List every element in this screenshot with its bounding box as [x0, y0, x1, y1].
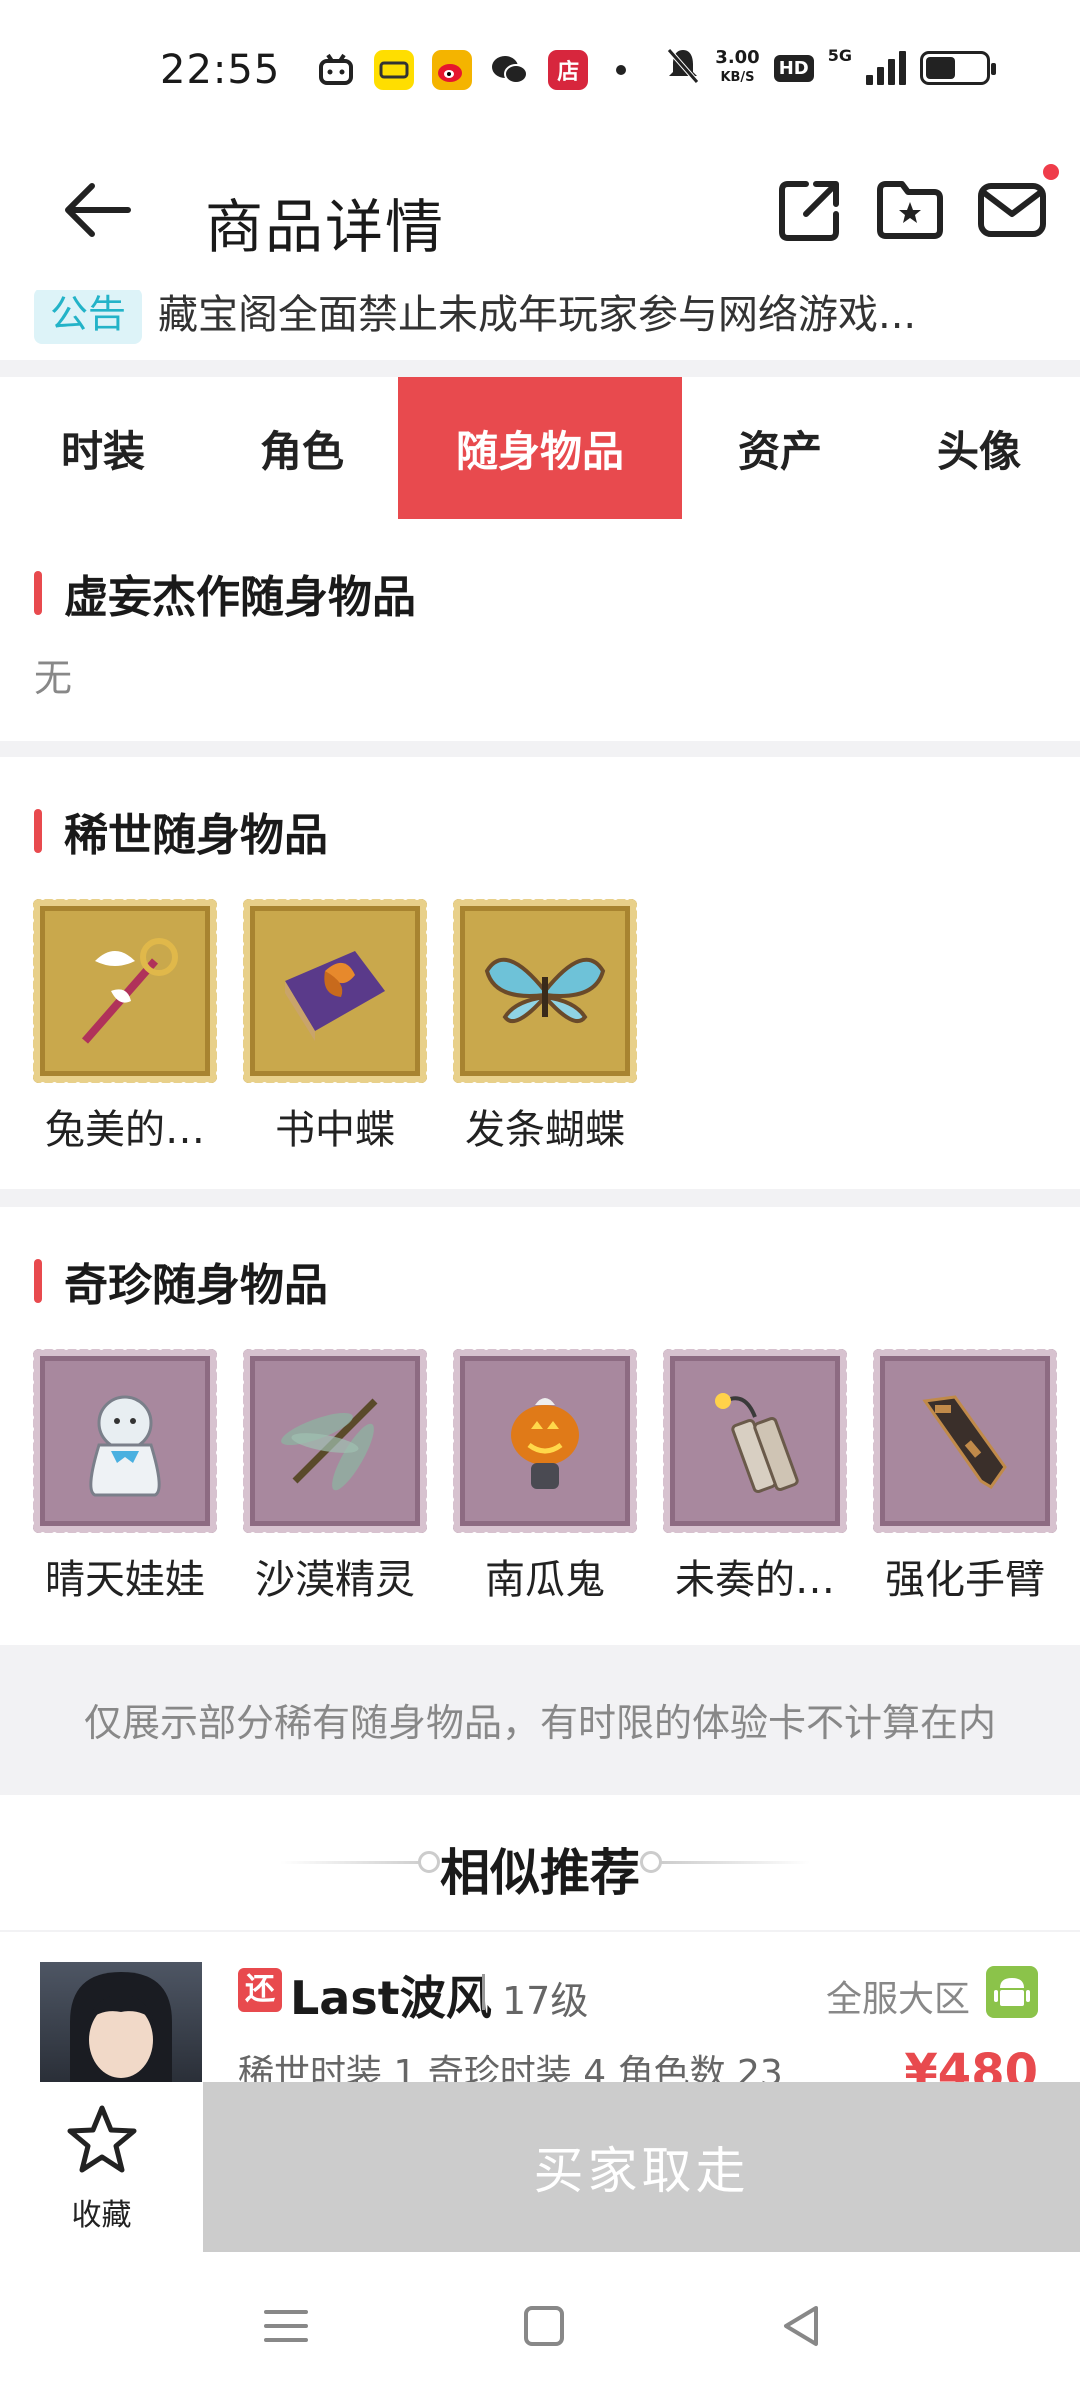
divider	[482, 1974, 485, 2010]
section-title: 稀世随身物品	[34, 799, 328, 863]
listing-server: 全服大区	[825, 1979, 970, 2020]
status-badge: 还	[238, 1968, 282, 2012]
mail-icon	[978, 183, 1046, 237]
empty-text: 无	[34, 656, 73, 700]
section-title: 虚妄杰作随身物品	[34, 561, 416, 625]
item-name: 晴天娃娃	[45, 1557, 205, 1603]
unread-dot	[1043, 164, 1059, 180]
similar-recommend-header: 相似推荐	[0, 1795, 1080, 1930]
wechat-icon	[490, 50, 530, 90]
divider-ring-right	[640, 1851, 662, 1873]
avatar	[40, 1962, 202, 2082]
xianyu-icon	[374, 50, 415, 90]
category-tabs: 时装 角色 随身物品 资产 头像	[0, 377, 1080, 519]
listing-desc: 稀世时装 1 奇珍时装 4 角色数 23	[238, 2053, 783, 2082]
item-name: 兔美的…	[45, 1107, 205, 1153]
item-card[interactable]: 晴天娃娃	[20, 1344, 230, 1605]
home-square-icon	[524, 2306, 564, 2346]
favorites-folder-button[interactable]	[872, 172, 948, 248]
masterpiece-section: 虚妄杰作随身物品 无	[0, 519, 1080, 741]
precious-items: 晴天娃娃 沙漠精灵 南瓜鬼 未奏的… 强化手臂	[20, 1344, 1070, 1605]
notification-dot-icon	[616, 65, 627, 75]
listing-price: ¥480	[904, 2044, 1038, 2082]
menu-nav-button[interactable]	[256, 2296, 316, 2356]
share-icon	[779, 181, 839, 241]
status-time: 22:55	[160, 47, 281, 93]
item-name: 强化手臂	[885, 1557, 1045, 1603]
listing-name: Last波风	[290, 1971, 492, 2025]
shop-icon: 店	[548, 50, 589, 90]
section-marker	[34, 571, 42, 615]
back-nav-button[interactable]	[772, 2296, 832, 2356]
item-card[interactable]: 未奏的…	[650, 1344, 860, 1605]
signal-icon	[866, 51, 906, 85]
item-name: 沙漠精灵	[255, 1557, 415, 1603]
status-app-icons: 店	[316, 50, 627, 90]
favorite-button[interactable]: 收藏	[0, 2082, 203, 2252]
notice-badge: 公告	[34, 290, 142, 344]
item-name: 未奏的…	[675, 1557, 835, 1603]
recommended-listing[interactable]: 还 Last波风 17级 全服大区 稀世时装 1 奇珍时装 4 角色数 23 ¥…	[0, 1932, 1080, 2082]
disclaimer-text: 仅展示部分稀有随身物品，有时限的体验卡不计算在内	[0, 1645, 1080, 1793]
similar-title: 相似推荐	[440, 1844, 640, 1902]
favorite-label: 收藏	[71, 2198, 132, 2233]
mech-arm-icon	[868, 1344, 1062, 1538]
item-card[interactable]: 强化手臂	[860, 1344, 1070, 1605]
home-nav-button[interactable]	[514, 2296, 574, 2356]
section-title: 奇珍随身物品	[34, 1249, 328, 1313]
item-name: 发条蝴蝶	[465, 1107, 625, 1153]
item-card[interactable]: 沙漠精灵	[230, 1344, 440, 1605]
teru-doll-icon	[28, 1344, 222, 1538]
back-arrow-icon	[65, 183, 131, 237]
precious-section: 奇珍随身物品 晴天娃娃 沙漠精灵 南瓜鬼 未奏的… 强化手臂	[0, 1207, 1080, 1645]
rare-section: 稀世随身物品 兔美的… 书中蝶 发条蝴蝶	[0, 757, 1080, 1189]
status-bar: 22:55 店 3.00 KB/S HD 5G	[0, 0, 1080, 140]
tab-avatars[interactable]: 头像	[878, 377, 1080, 519]
divider-right	[660, 1861, 810, 1864]
system-nav-bar	[0, 2252, 1080, 2400]
book-butterfly-icon	[238, 894, 432, 1088]
star-icon	[67, 2105, 136, 2173]
page-title: 商品详情	[205, 193, 446, 261]
notice-bar[interactable]: 公告 藏宝阁全面禁止未成年玩家参与网络游戏...	[0, 290, 1080, 360]
tab-characters[interactable]: 角色	[206, 377, 398, 519]
section-marker	[34, 1259, 42, 1303]
battery-icon	[920, 51, 996, 85]
tab-assets[interactable]: 资产	[682, 377, 878, 519]
network-speed: 3.00 KB/S	[715, 47, 760, 86]
item-card[interactable]: 兔美的…	[20, 894, 230, 1155]
back-triangle-icon	[784, 2306, 818, 2346]
back-button[interactable]	[58, 170, 138, 250]
tab-accessories[interactable]: 随身物品	[398, 377, 682, 519]
share-button[interactable]	[772, 172, 848, 248]
rare-items: 兔美的… 书中蝶 发条蝴蝶	[20, 894, 650, 1155]
notice-text: 藏宝阁全面禁止未成年玩家参与网络游戏...	[158, 292, 917, 338]
android-icon	[986, 1966, 1038, 2018]
item-card[interactable]: 书中蝶	[230, 894, 440, 1155]
section-marker	[34, 809, 42, 853]
buy-button[interactable]: 买家取走	[203, 2082, 1080, 2252]
folder-star-icon	[877, 181, 943, 239]
tab-fashion[interactable]: 时装	[0, 377, 206, 519]
top-app-bar: 商品详情	[0, 140, 1080, 290]
weibo-icon	[432, 50, 473, 90]
dragonfly-icon	[238, 1344, 432, 1538]
item-card[interactable]: 南瓜鬼	[440, 1344, 650, 1605]
item-name: 南瓜鬼	[485, 1557, 605, 1603]
item-name: 书中蝶	[275, 1107, 395, 1153]
wand-icon	[28, 894, 222, 1088]
clockwork-butterfly-icon	[448, 894, 642, 1088]
bottom-action-bar: 收藏 买家取走	[0, 2082, 1080, 2252]
bilibili-icon	[316, 50, 356, 90]
messages-button[interactable]	[975, 164, 1059, 248]
listing-level: 17级	[502, 1979, 589, 2023]
network-type: 5G	[827, 46, 852, 65]
item-card[interactable]: 发条蝴蝶	[440, 894, 650, 1155]
status-right: 3.00 KB/S HD 5G	[665, 46, 996, 90]
menu-icon	[264, 2310, 308, 2342]
firecracker-icon	[658, 1344, 852, 1538]
mute-icon	[665, 46, 701, 90]
pumpkin-icon	[448, 1344, 642, 1538]
hd-badge: HD	[773, 54, 814, 82]
